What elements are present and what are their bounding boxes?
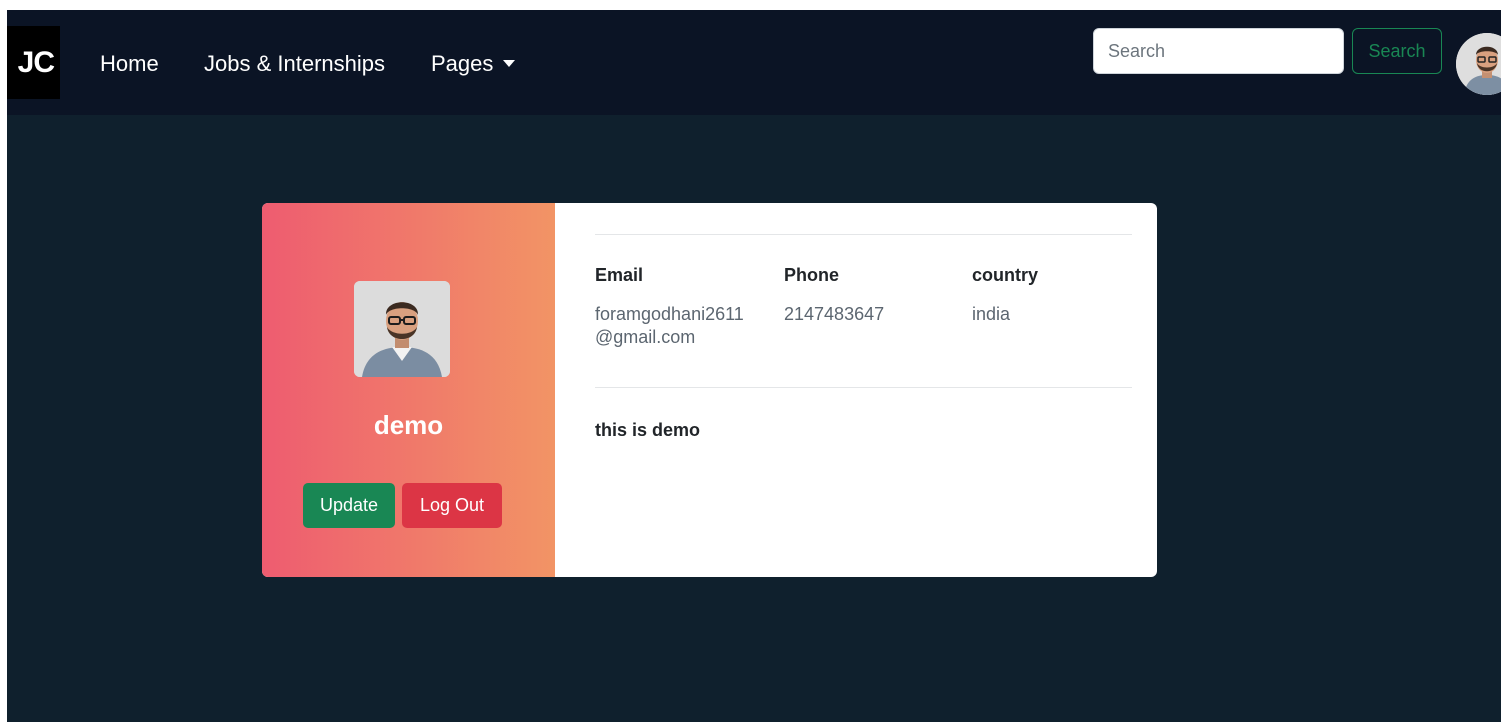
country-value: india [972,304,1011,324]
profile-sidebar: demo Update Log Out [262,203,555,577]
email-label: Email [595,265,644,285]
email-value: foramgodhani2611@gmail.com [595,304,744,347]
nav-dropdown-pages[interactable]: Pages [431,50,516,78]
nav-link-jobs-internships[interactable]: Jobs & Internships [204,50,385,78]
logout-button[interactable]: Log Out [402,483,502,528]
app-frame: JC Home Jobs & Internships Pages Search [7,10,1501,722]
country-label: country [972,265,1039,285]
user-avatar-icon[interactable] [1456,33,1501,95]
brand-logo[interactable]: JC [7,26,60,99]
profile-name: demo [373,410,444,440]
caret-down-icon [503,60,516,67]
update-button[interactable]: Update [303,483,395,528]
phone-value: 2147483647 [784,304,885,324]
profile-bio: this is demo [595,420,701,440]
search-button[interactable]: Search [1352,28,1442,74]
navbar: JC Home Jobs & Internships Pages Search [7,10,1501,115]
profile-card: demo Update Log Out Email foramgodhani26… [262,203,1157,577]
profile-photo [354,281,450,377]
divider-middle [595,387,1132,388]
nav-dropdown-pages-label: Pages [431,51,494,76]
phone-label: Phone [784,265,840,285]
nav-link-home[interactable]: Home [100,50,159,78]
search-input[interactable] [1093,28,1344,74]
divider-top [595,234,1132,235]
